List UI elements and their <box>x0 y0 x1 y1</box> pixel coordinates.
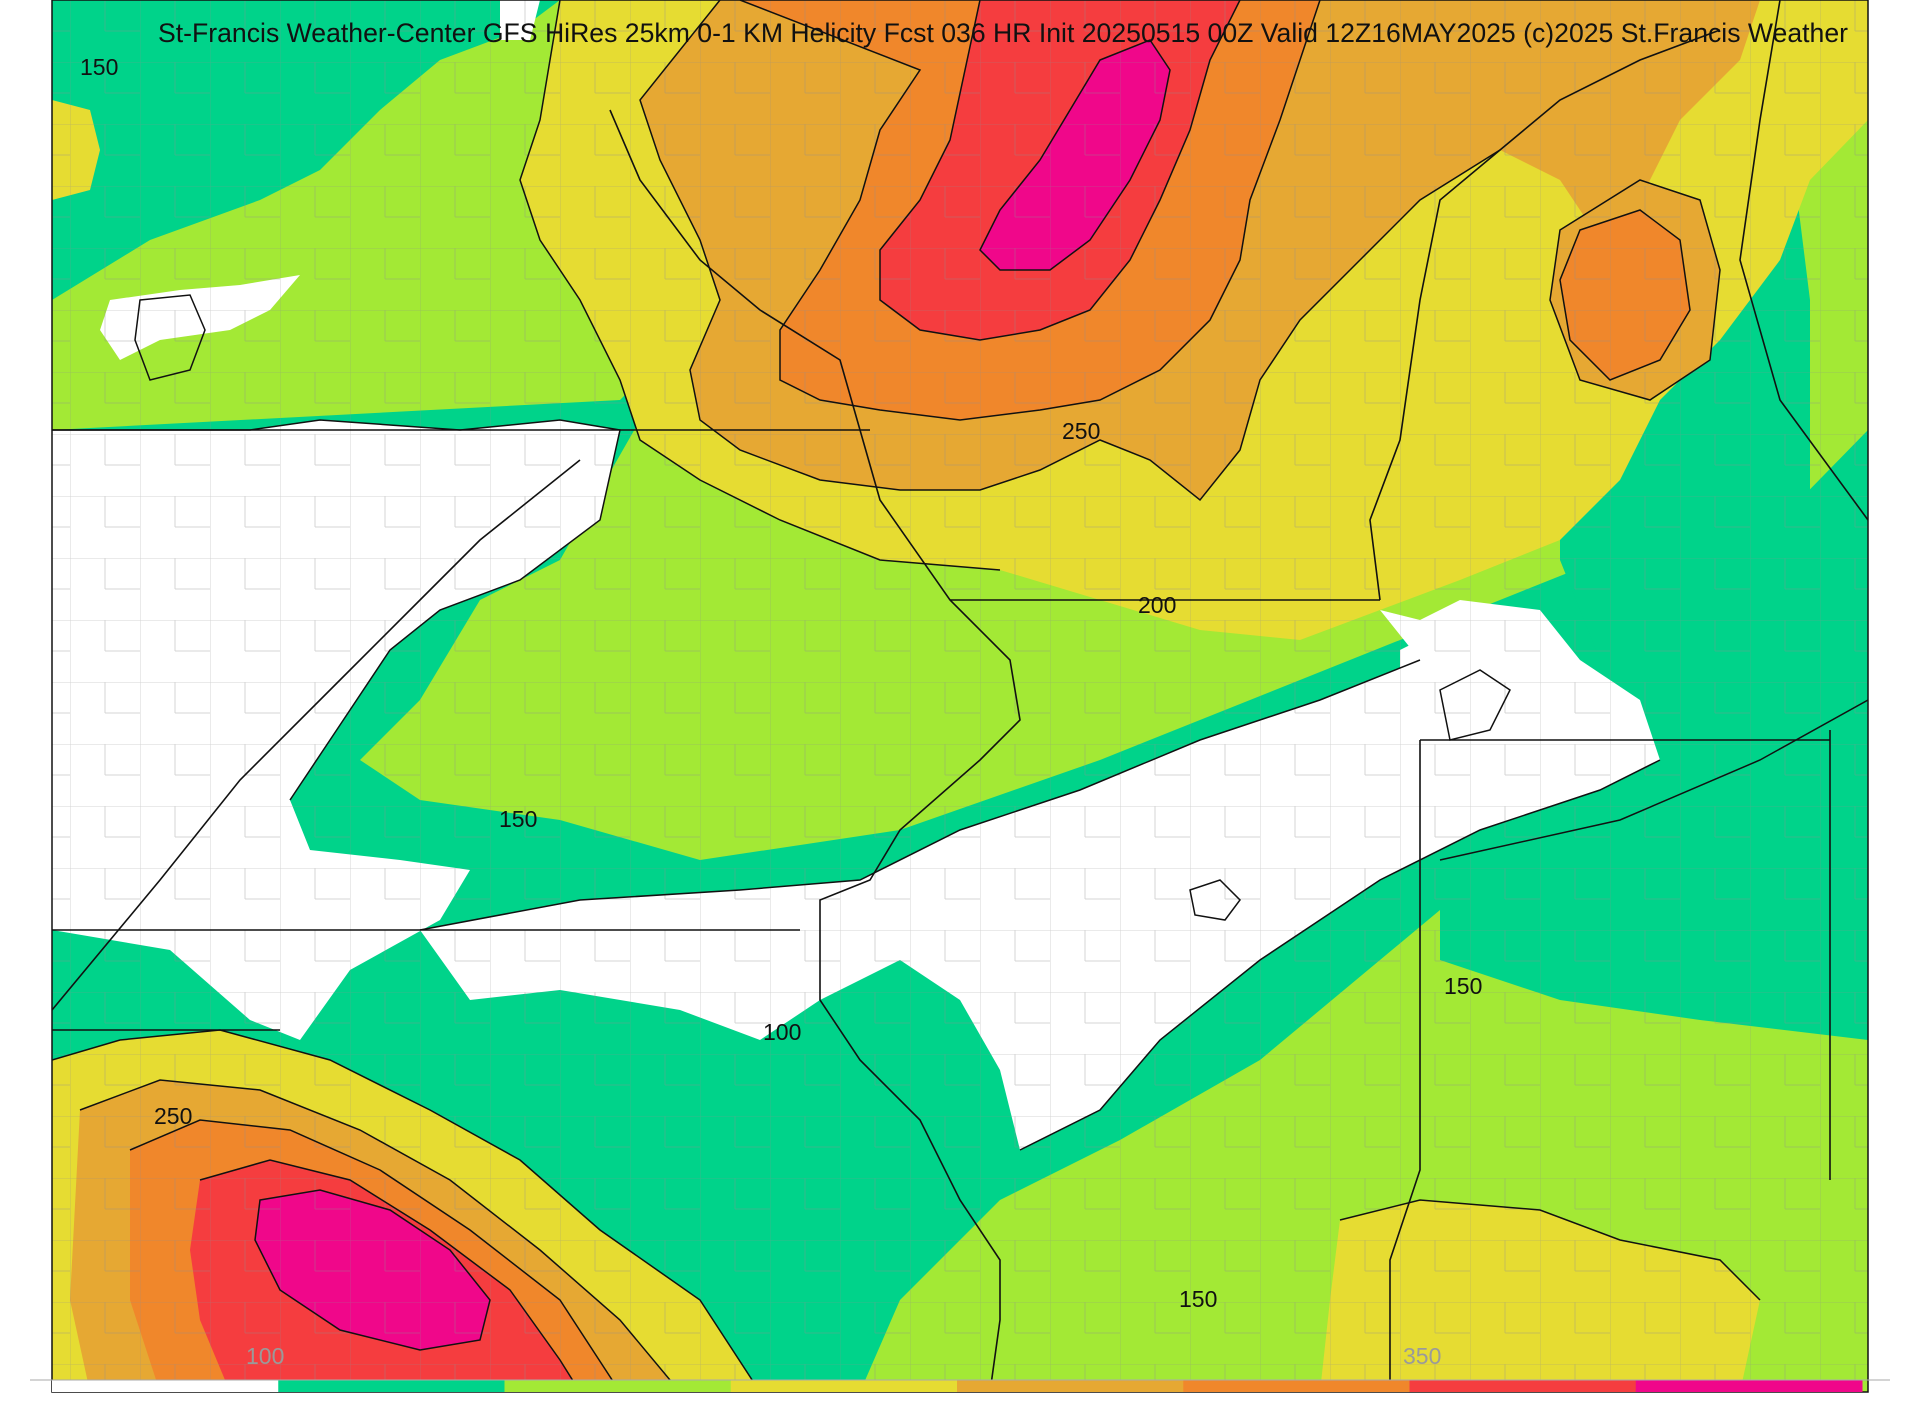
contour-label-sw: 250 <box>154 1103 192 1129</box>
map-title: St-Francis Weather-Center GFS HiRes 25km… <box>158 18 1848 48</box>
contour-label-east: 150 <box>1444 973 1482 999</box>
contour-label-center: 200 <box>1138 592 1176 618</box>
contour-label-nw: 150 <box>80 54 118 80</box>
colorbar-segment <box>1635 1380 1863 1392</box>
colorbar-segment <box>1409 1380 1637 1392</box>
helicity-forecast-map: 150 250 200 150 100 150 250 150 St-Franc… <box>0 0 1920 1400</box>
colorbar-segment <box>52 1380 279 1392</box>
colorbar-segments <box>30 1379 1890 1392</box>
colorbar-tick-label-low: 100 <box>246 1343 284 1369</box>
contour-label-south: 100 <box>763 1019 801 1045</box>
colorbar-tick-label-high: 350 <box>1403 1343 1441 1369</box>
colorbar-segment <box>278 1380 505 1392</box>
contour-label-se: 150 <box>1179 1286 1217 1312</box>
colorbar-segment <box>957 1380 1184 1392</box>
contour-label-north: 250 <box>1062 418 1100 444</box>
colorbar-segment <box>1183 1380 1410 1392</box>
colorbar-segment <box>504 1380 732 1392</box>
colorbar-segment <box>730 1380 958 1392</box>
contour-label-west: 150 <box>499 806 537 832</box>
